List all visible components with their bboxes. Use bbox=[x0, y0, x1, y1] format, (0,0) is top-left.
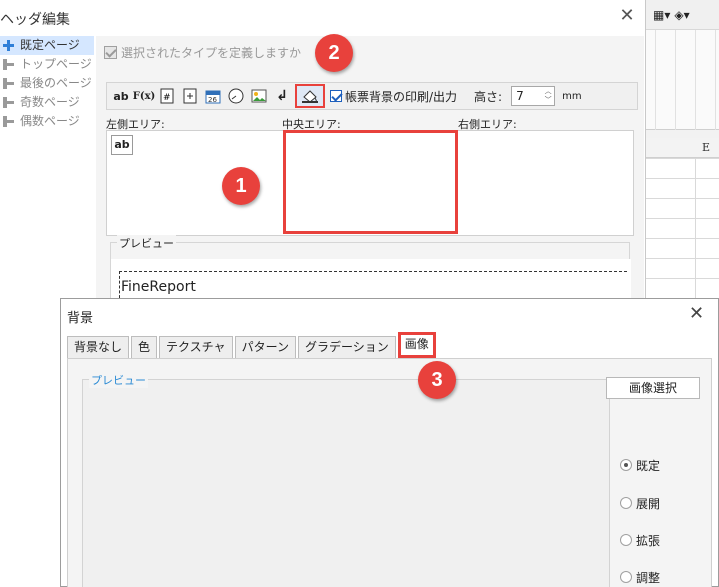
header-edit-body: 選択されたタイプを定義しますか ab F(x) # 26 ↲ 帳票背景の印刷/出… bbox=[96, 36, 644, 303]
close-icon[interactable]: ✕ bbox=[618, 7, 636, 25]
layout-option-label: 既定 bbox=[636, 458, 661, 473]
page-icon bbox=[3, 116, 14, 127]
define-type-checkbox-row[interactable]: 選択されたタイプを定義しますか bbox=[104, 44, 301, 60]
column-header-label: E bbox=[702, 141, 711, 154]
svg-text:26: 26 bbox=[208, 96, 217, 104]
layout-option-default[interactable]: 既定 bbox=[620, 457, 660, 473]
tab-image[interactable]: 画像 bbox=[397, 332, 436, 358]
center-area-highlight[interactable] bbox=[283, 130, 458, 234]
height-spinner[interactable]: 7 ︿ ﹀ bbox=[511, 86, 556, 106]
layout-option-adjust[interactable]: 調整 bbox=[620, 569, 660, 585]
total-pages-icon[interactable] bbox=[180, 86, 200, 106]
radio-default[interactable] bbox=[620, 459, 632, 471]
background-dialog-title: 背景 bbox=[67, 311, 94, 326]
preview-legend: プレビュー bbox=[89, 372, 148, 388]
tab-color[interactable]: 色 bbox=[131, 336, 158, 358]
insert-text-button[interactable]: ab bbox=[111, 86, 131, 106]
tree-item-default-page[interactable]: 既定ページ bbox=[0, 36, 94, 55]
callout-badge-2: 2 bbox=[315, 34, 353, 72]
tree-item-label: 偶数ページ bbox=[20, 114, 80, 128]
radio-tile[interactable] bbox=[620, 497, 632, 509]
select-image-button[interactable]: 画像選択 bbox=[606, 377, 700, 399]
insert-formula-button[interactable]: F(x) bbox=[133, 86, 156, 106]
preview-legend: プレビュー bbox=[117, 235, 176, 251]
layout-option-tile[interactable]: 展開 bbox=[620, 495, 660, 511]
print-background-option[interactable]: 帳票背景の印刷/出力 bbox=[330, 88, 457, 105]
layout-option-stretch[interactable]: 拡張 bbox=[620, 532, 660, 548]
tree-item-label: 奇数ページ bbox=[20, 95, 80, 109]
preview-canvas: FineReport bbox=[111, 259, 631, 303]
tab-texture[interactable]: テクスチャ bbox=[159, 336, 233, 358]
area-labels: 左側エリア: 中央エリア: 右側エリア: bbox=[106, 116, 638, 131]
sheet-toolbar: ▦▾ ◈▾ bbox=[645, 0, 719, 30]
print-background-checkbox[interactable] bbox=[330, 90, 342, 102]
page-number-icon[interactable]: # bbox=[157, 86, 177, 106]
page-icon bbox=[3, 97, 14, 108]
page-icon bbox=[3, 78, 14, 89]
tree-item-label: 既定ページ bbox=[20, 38, 80, 52]
time-icon[interactable] bbox=[226, 86, 246, 106]
tab-gradient[interactable]: グラデーション bbox=[297, 336, 396, 358]
spinner-arrows[interactable]: ︿ ﹀ bbox=[542, 87, 554, 105]
preview-text: FineReport bbox=[121, 279, 196, 295]
callout-badge-3: 3 bbox=[418, 361, 456, 399]
height-unit: mm bbox=[562, 90, 582, 102]
tree-item-last-page[interactable]: 最後のページ bbox=[0, 74, 94, 93]
layout-option-label: 拡張 bbox=[636, 533, 661, 548]
callout-badge-1: 1 bbox=[222, 167, 260, 205]
tree-item-even-page[interactable]: 偶数ページ bbox=[0, 112, 94, 131]
image-icon[interactable] bbox=[249, 86, 269, 106]
layout-option-label: 調整 bbox=[636, 570, 661, 585]
preview-dashline bbox=[119, 271, 627, 272]
date-icon[interactable]: 26 bbox=[203, 86, 223, 106]
height-input[interactable]: 7 bbox=[512, 87, 542, 105]
background-dialog-titlebar[interactable]: 背景 ✕ bbox=[61, 299, 719, 331]
radio-adjust[interactable] bbox=[620, 571, 632, 583]
close-icon[interactable]: ✕ bbox=[689, 305, 704, 323]
dialog-titlebar[interactable]: ヘッダ編集 ✕ bbox=[0, 0, 646, 34]
radio-stretch[interactable] bbox=[620, 534, 632, 546]
fill-color-icon[interactable]: ◈▾ bbox=[674, 8, 689, 22]
background-tab-body: プレビュー 画像選択 既定 展開 拡張 調整 bbox=[67, 358, 712, 587]
dialog-title: ヘッダ編集 bbox=[0, 12, 70, 28]
header-preview: プレビュー FineReport bbox=[110, 235, 631, 303]
tab-pattern[interactable]: パターン bbox=[234, 336, 296, 358]
page-type-tree: 既定ページ トップページ 最後のページ 奇数ページ 偶数ページ bbox=[0, 36, 94, 300]
background-dialog: 背景 ✕ 背景なし 色 テクスチャ パターン グラデーション 画像 プレビュー … bbox=[60, 298, 719, 587]
tree-item-label: 最後のページ bbox=[20, 76, 92, 90]
tree-item-odd-page[interactable]: 奇数ページ bbox=[0, 93, 94, 112]
border-icon[interactable]: ▦▾ bbox=[653, 8, 670, 22]
define-type-checkbox[interactable] bbox=[104, 45, 117, 59]
background-tabs: 背景なし 色 テクスチャ パターン グラデーション 画像 bbox=[67, 332, 438, 358]
print-background-label: 帳票背景の印刷/出力 bbox=[345, 89, 458, 104]
define-type-label: 選択されたタイプを定義しますか bbox=[121, 45, 302, 60]
sheet-grid[interactable] bbox=[645, 158, 719, 298]
layout-option-label: 展開 bbox=[636, 496, 661, 511]
sheet-ruler bbox=[645, 30, 719, 130]
left-area-text-item[interactable]: ab bbox=[111, 135, 133, 155]
svg-text:#: # bbox=[163, 93, 171, 103]
tree-item-top-page[interactable]: トップページ bbox=[0, 55, 94, 74]
chevron-down-icon[interactable]: ﹀ bbox=[542, 96, 554, 105]
tree-item-label: トップページ bbox=[20, 57, 92, 71]
page-icon bbox=[3, 40, 14, 51]
column-header[interactable]: E bbox=[645, 138, 719, 158]
chevron-up-icon[interactable]: ︿ bbox=[542, 87, 554, 96]
background-icon[interactable] bbox=[295, 84, 325, 108]
page-icon bbox=[3, 59, 14, 70]
height-label: 高さ: bbox=[474, 89, 503, 104]
header-toolbar: ab F(x) # 26 ↲ 帳票背景の印刷/出力 高さ: 7 ︿ ﹀ mm bbox=[106, 82, 638, 110]
image-preview: プレビュー bbox=[82, 372, 610, 587]
tab-no-background[interactable]: 背景なし bbox=[67, 336, 130, 358]
newline-icon[interactable]: ↲ bbox=[272, 86, 292, 106]
